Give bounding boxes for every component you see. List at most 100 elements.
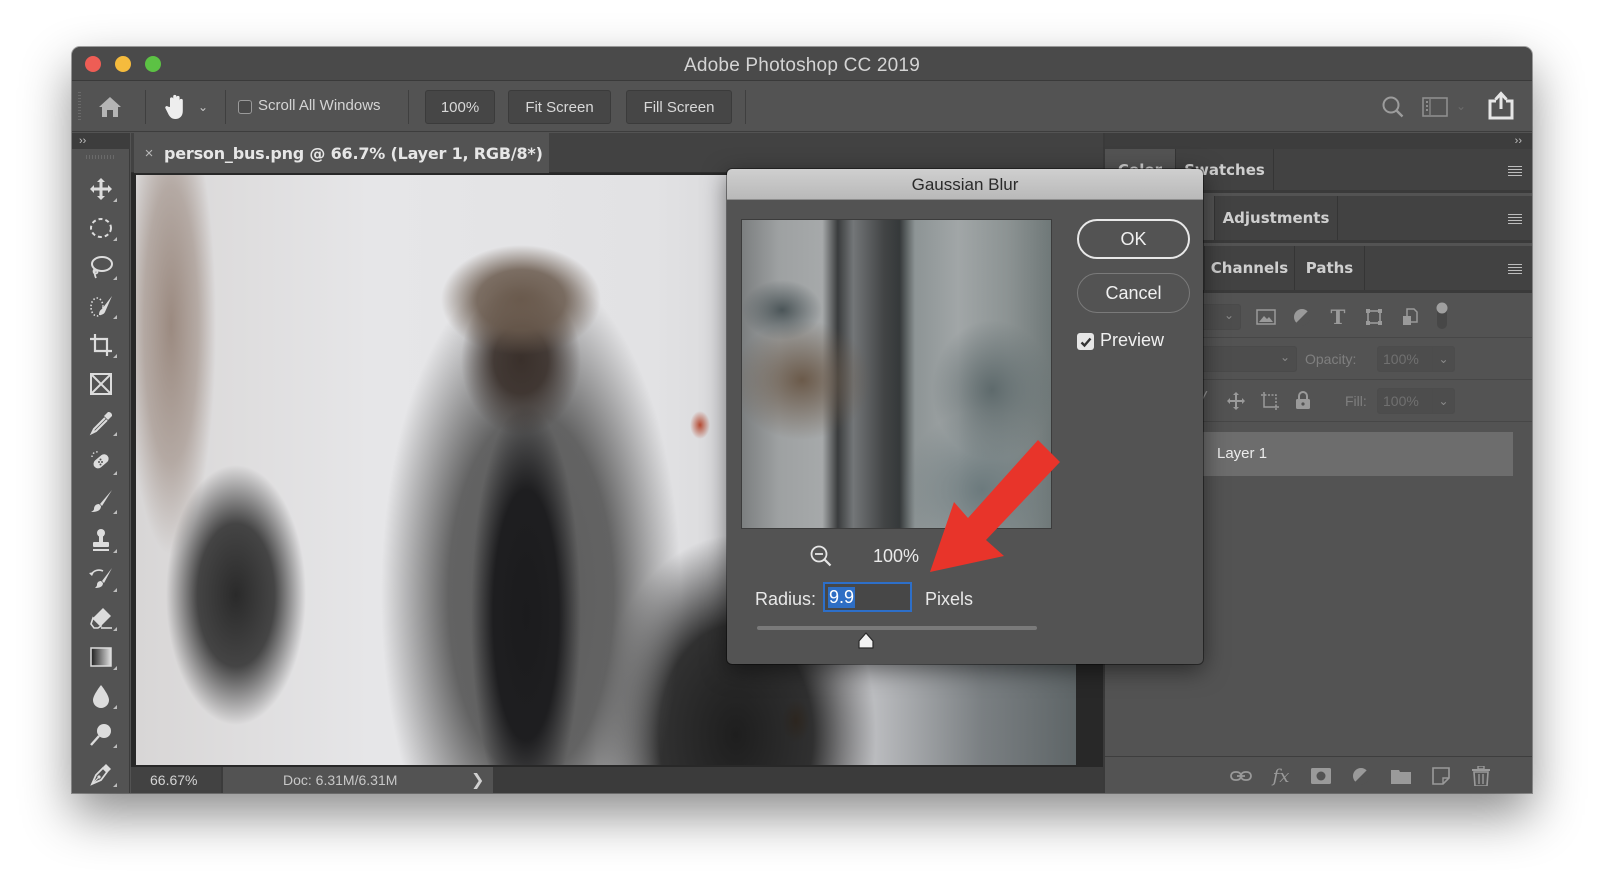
ok-button[interactable]: OK <box>1077 219 1190 259</box>
layer-name: Layer 1 <box>1217 445 1268 462</box>
close-document-icon[interactable]: × <box>134 145 164 162</box>
healing-brush-tool[interactable] <box>72 444 130 480</box>
gradient-tool[interactable] <box>72 639 130 675</box>
radius-slider-thumb[interactable] <box>857 632 875 650</box>
share-icon[interactable] <box>1486 90 1516 122</box>
eyedropper-tool[interactable] <box>72 405 130 441</box>
filter-pixel-icon[interactable] <box>1255 306 1277 328</box>
panel-menu-icon[interactable] <box>1508 264 1522 274</box>
options-bar: ⌄ Scroll All Windows 100% Fit Screen Fil… <box>72 82 1532 132</box>
dodge-icon <box>90 724 111 746</box>
zoom-100-button[interactable]: 100% <box>425 90 495 124</box>
filter-smart-object-icon[interactable] <box>1399 306 1421 328</box>
tool-preset-chevron-icon[interactable]: ⌄ <box>196 98 210 116</box>
marquee-tool[interactable] <box>72 210 130 246</box>
workspace-chevron-icon[interactable]: ⌄ <box>1454 98 1468 114</box>
clone-stamp-tool[interactable] <box>72 522 130 558</box>
status-menu-arrow-icon[interactable]: ❯ <box>471 770 484 790</box>
document-tab[interactable]: × person_bus.png @ 66.7% (Layer 1, RGB/8… <box>134 133 549 173</box>
fill-field[interactable]: 100% ⌄ <box>1377 388 1455 414</box>
quick-selection-tool[interactable] <box>72 288 130 324</box>
move-icon <box>90 178 112 200</box>
workspace-icon[interactable] <box>1422 96 1448 118</box>
new-layer-icon[interactable] <box>1429 764 1453 788</box>
new-group-folder-icon[interactable] <box>1389 764 1413 788</box>
frame-tool[interactable] <box>72 366 130 402</box>
window-title: Adobe Photoshop CC 2019 <box>684 55 920 76</box>
new-adjustment-layer-icon[interactable] <box>1349 764 1373 788</box>
scroll-all-windows-label: Scroll All Windows <box>258 97 381 114</box>
separator <box>225 90 226 124</box>
lock-artboard-icon[interactable] <box>1259 390 1281 412</box>
eraser-tool[interactable] <box>72 600 130 636</box>
quick-selection-icon <box>90 296 112 317</box>
filter-toggle-switch[interactable] <box>1435 301 1449 331</box>
move-tool[interactable] <box>72 171 130 207</box>
elliptical-marquee-icon <box>90 218 112 238</box>
home-icon[interactable] <box>96 94 124 120</box>
preview-checkbox[interactable] <box>1077 333 1094 350</box>
cancel-button[interactable]: Cancel <box>1077 273 1190 313</box>
fill-chevron-icon[interactable]: ⌄ <box>1432 389 1454 413</box>
tools-panel <box>72 149 130 793</box>
frame-icon <box>90 373 112 395</box>
document-tab-title: person_bus.png @ 66.7% (Layer 1, RGB/8*) <box>164 143 543 163</box>
scroll-all-windows-checkbox[interactable] <box>238 100 252 114</box>
blur-preview-image[interactable] <box>741 219 1052 529</box>
filter-shape-icon[interactable] <box>1363 306 1385 328</box>
lasso-tool[interactable] <box>72 249 130 285</box>
search-icon[interactable] <box>1380 94 1406 120</box>
history-brush-tool[interactable] <box>72 561 130 597</box>
tab-adjustments[interactable]: Adjustments <box>1215 196 1338 240</box>
pen-tool[interactable] <box>72 756 130 792</box>
layer-style-fx-icon[interactable]: fx <box>1269 764 1293 788</box>
radius-slider-track[interactable] <box>757 626 1037 630</box>
hand-icon[interactable] <box>162 92 190 122</box>
crop-icon <box>90 334 112 356</box>
lock-position-icon[interactable] <box>1225 390 1247 412</box>
panels-collapse-button[interactable]: ›› <box>1105 133 1532 149</box>
opacity-chevron-icon[interactable]: ⌄ <box>1432 347 1454 371</box>
filter-type-icon[interactable]: T <box>1327 305 1349 329</box>
dialog-title[interactable]: Gaussian Blur <box>727 169 1203 200</box>
fill-label: Fill: <box>1345 393 1367 409</box>
brush-tool[interactable] <box>72 483 130 519</box>
opacity-field[interactable]: 100% ⌄ <box>1377 346 1455 372</box>
radius-label: Radius: <box>755 589 817 609</box>
status-zoom-level[interactable]: 66.67% <box>131 767 221 793</box>
stamp-icon <box>93 529 109 551</box>
panel-menu-icon[interactable] <box>1508 166 1522 176</box>
document-tab-strip: × person_bus.png @ 66.7% (Layer 1, RGB/8… <box>131 133 1103 173</box>
status-doc-size: Doc: 6.31M/6.31M <box>223 767 493 793</box>
radius-unit-label: Pixels <box>925 589 974 609</box>
panel-menu-icon[interactable] <box>1508 214 1522 224</box>
filter-adjustment-icon[interactable] <box>1291 306 1313 328</box>
link-layers-icon[interactable] <box>1229 764 1253 788</box>
crop-tool[interactable] <box>72 327 130 363</box>
status-bar: 66.67% Doc: 6.31M/6.31M ❯ <box>131 767 1103 793</box>
tab-paths[interactable]: Paths <box>1295 246 1365 290</box>
radius-input[interactable]: 9.9 <box>823 582 912 612</box>
toolbar-collapse-button[interactable]: ›› <box>72 133 130 149</box>
zoom-out-icon[interactable] <box>809 544 833 568</box>
fit-screen-button[interactable]: Fit Screen <box>508 90 611 124</box>
opacity-label: Opacity: <box>1305 351 1357 367</box>
tab-channels[interactable]: Channels <box>1205 246 1295 290</box>
layer-row-layer-1[interactable]: Layer 1 <box>1203 432 1513 476</box>
brush-icon <box>91 490 112 512</box>
options-bar-grip[interactable] <box>78 92 81 122</box>
title-bar: Adobe Photoshop CC 2019 <box>72 47 1532 81</box>
dodge-tool[interactable] <box>72 717 130 753</box>
fill-screen-button[interactable]: Fill Screen <box>626 90 732 124</box>
eyedropper-icon <box>89 411 113 436</box>
add-mask-icon[interactable] <box>1309 764 1333 788</box>
lock-all-icon[interactable] <box>1293 389 1313 411</box>
delete-layer-trash-icon[interactable] <box>1469 764 1493 788</box>
blur-tool[interactable] <box>72 678 130 714</box>
preview-label: Preview <box>1100 330 1165 350</box>
separator <box>745 90 746 124</box>
droplet-icon <box>93 685 109 708</box>
toolbar-grip[interactable] <box>86 155 116 159</box>
gaussian-blur-dialog: Gaussian Blur OK Cancel Preview 100% Rad… <box>727 169 1203 664</box>
separator <box>145 90 146 124</box>
